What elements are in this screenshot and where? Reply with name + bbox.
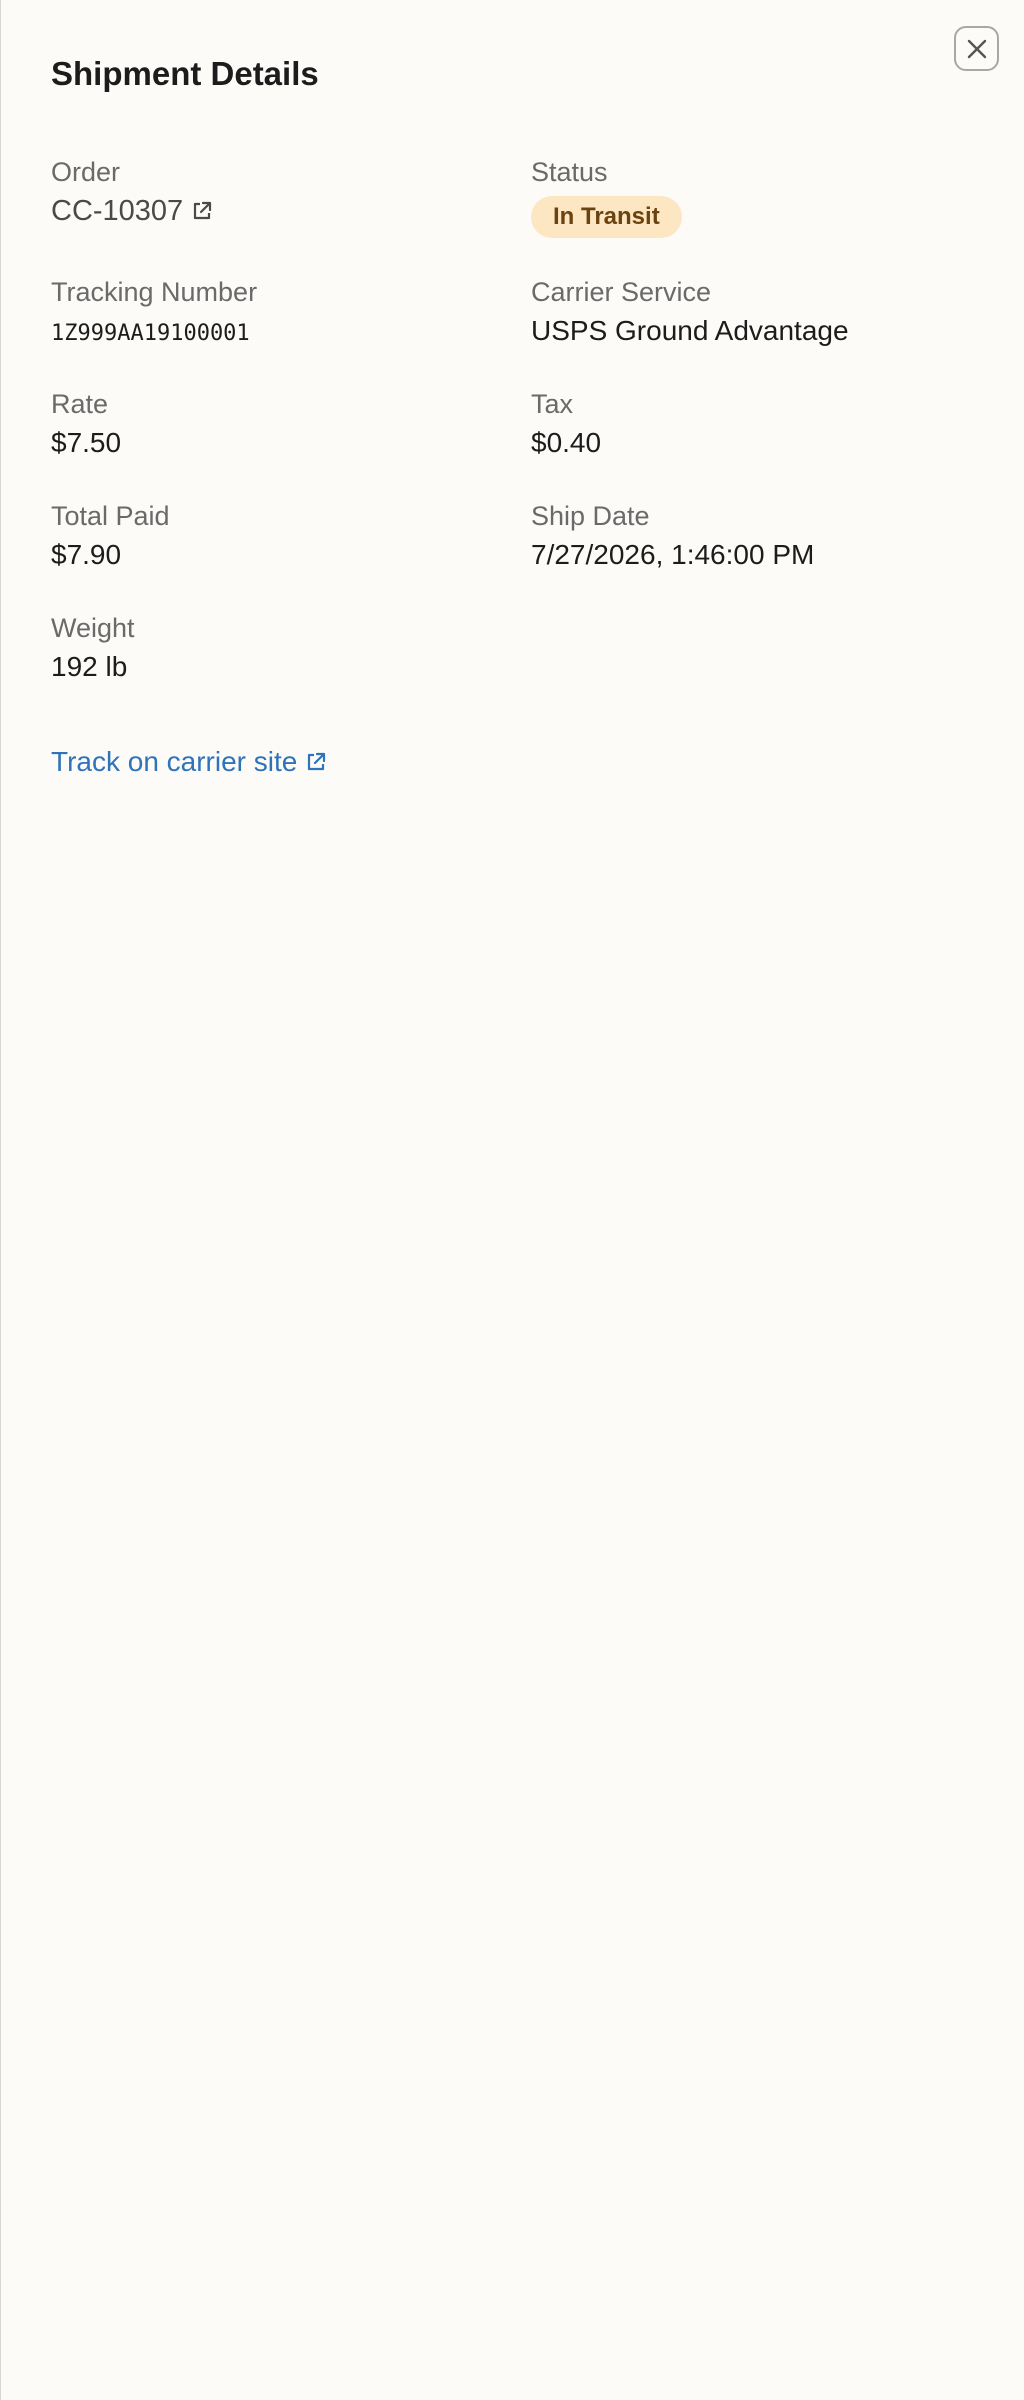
close-icon [967, 39, 986, 58]
tracking-number-value: 1Z999AA19100001 [51, 321, 250, 346]
status-field: Status In Transit [531, 156, 682, 238]
carrier-service-value: USPS Ground Advantage [531, 315, 849, 346]
tracking-number-label: Tracking Number [51, 277, 258, 307]
rate-value: $7.50 [51, 427, 122, 458]
rate-label: Rate [51, 389, 109, 419]
status-badge: In Transit [531, 196, 682, 238]
tax-value: $0.40 [531, 427, 602, 458]
tracking-number-field: Tracking Number 1Z999AA19100001 [51, 276, 257, 351]
carrier-service-label: Carrier Service [531, 277, 712, 307]
external-link-icon[interactable] [191, 200, 213, 222]
rate-field: Rate $7.50 [51, 388, 121, 460]
track-link-label: Track on carrier site [51, 746, 298, 777]
weight-field: Weight 192 lb [51, 612, 135, 684]
order-label: Order [51, 157, 121, 187]
tax-label: Tax [531, 389, 574, 419]
weight-label: Weight [51, 613, 135, 643]
ship-date-value: 7/27/2026, 1:46:00 PM [531, 539, 815, 570]
ship-date-field: Ship Date 7/27/2026, 1:46:00 PM [531, 500, 814, 572]
page-title: Shipment Details [51, 55, 319, 92]
order-field: Order CC-10307 [51, 156, 213, 228]
shipment-details-panel: Shipment Details Order CC-10307 Status I… [0, 0, 1023, 2400]
total-paid-label: Total Paid [51, 501, 170, 531]
total-paid-field: Total Paid $7.90 [51, 500, 170, 572]
order-value-row: CC-10307 [51, 194, 213, 228]
ship-date-label: Ship Date [531, 501, 650, 531]
track-on-carrier-link[interactable]: Track on carrier site [51, 744, 327, 780]
carrier-service-field: Carrier Service USPS Ground Advantage [531, 276, 849, 348]
order-link[interactable]: CC-10307 [51, 194, 183, 228]
total-paid-value: $7.90 [51, 539, 122, 570]
external-link-icon [305, 751, 327, 773]
status-label: Status [531, 157, 608, 187]
close-button[interactable] [954, 26, 999, 71]
weight-value: 192 lb [51, 651, 128, 682]
tax-field: Tax $0.40 [531, 388, 601, 460]
